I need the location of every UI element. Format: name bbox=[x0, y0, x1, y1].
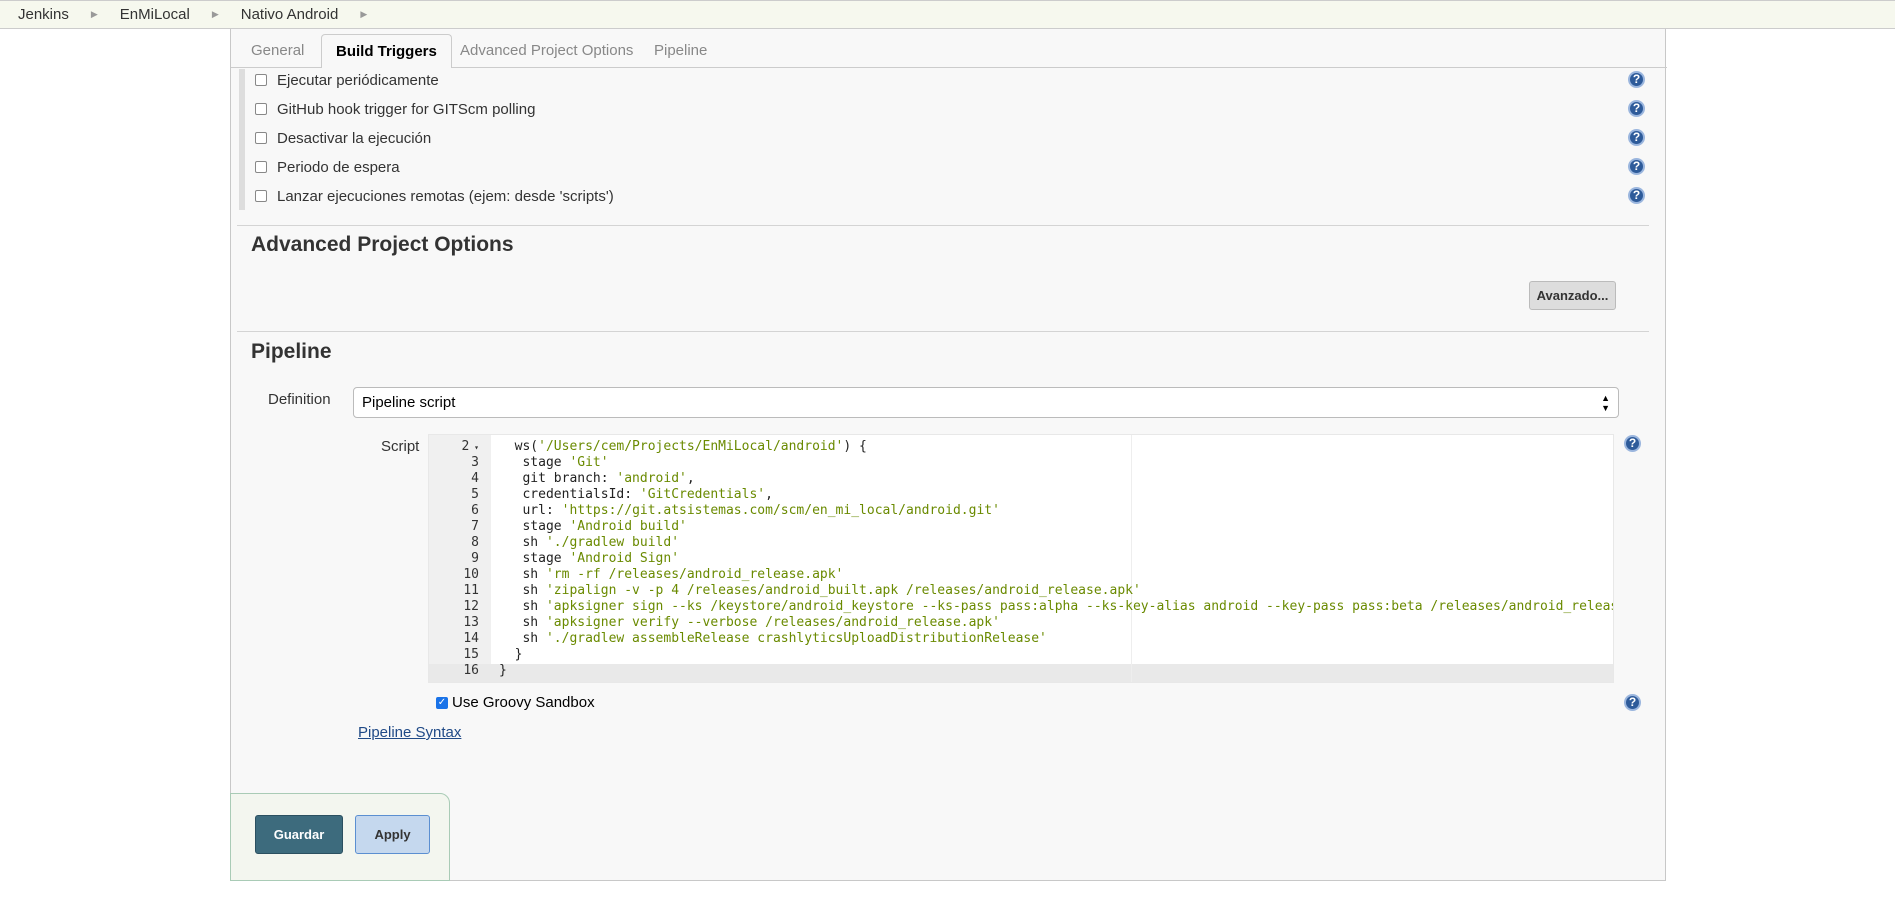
trigger-checkbox[interactable] bbox=[255, 132, 267, 144]
line-number: 12 bbox=[463, 599, 479, 614]
trigger-label: Ejecutar periódicamente bbox=[277, 71, 439, 89]
line-number: 4 bbox=[471, 471, 479, 486]
select-arrows-icon: ▲ ▼ bbox=[1601, 393, 1610, 413]
tab-pipeline[interactable]: Pipeline bbox=[640, 34, 721, 68]
line-number: 3 bbox=[471, 455, 479, 470]
tab-general[interactable]: General bbox=[237, 34, 318, 68]
help-icon[interactable]: ? bbox=[1628, 187, 1645, 204]
guardar-button[interactable]: Guardar bbox=[255, 815, 343, 854]
tab-build-triggers[interactable]: Build Triggers bbox=[321, 34, 452, 68]
fold-arrow-icon[interactable]: ▾ bbox=[469, 443, 479, 452]
code-line: sh 'rm -rf /releases/android_release.apk… bbox=[499, 567, 844, 582]
help-icon[interactable]: ? bbox=[1628, 71, 1645, 88]
code-line: sh 'zipalign -v -p 4 /releases/android_b… bbox=[499, 583, 1141, 598]
trigger-option[interactable]: Periodo de espera bbox=[255, 157, 400, 177]
trigger-option[interactable]: Desactivar la ejecución bbox=[255, 128, 431, 148]
code-line: sh './gradlew assembleRelease crashlytic… bbox=[499, 631, 1047, 646]
trigger-label: GitHub hook trigger for GITScm polling bbox=[277, 100, 536, 118]
print-margin bbox=[1131, 435, 1132, 682]
script-label: Script bbox=[381, 438, 420, 455]
help-icon[interactable]: ? bbox=[1624, 435, 1641, 452]
trigger-label: Periodo de espera bbox=[277, 158, 400, 176]
section-indicator bbox=[239, 69, 245, 210]
breadcrumb-jenkins[interactable]: Jenkins bbox=[18, 6, 69, 23]
line-number: 6 bbox=[471, 503, 479, 518]
code-line: ws('/Users/cem/Projects/EnMiLocal/androi… bbox=[499, 439, 867, 454]
pipeline-syntax-link[interactable]: Pipeline Syntax bbox=[358, 724, 461, 741]
chevron-right-icon[interactable]: ▶ bbox=[212, 9, 219, 20]
line-number: 2 ▾ bbox=[461, 439, 479, 454]
code-line: sh 'apksigner sign --ks /keystore/androi… bbox=[499, 599, 1614, 614]
line-number: 16 bbox=[463, 663, 479, 678]
config-panel: General Build Triggers Advanced Project … bbox=[230, 29, 1667, 881]
divider bbox=[237, 331, 1649, 332]
line-number: 14 bbox=[463, 631, 479, 646]
trigger-checkbox[interactable] bbox=[255, 161, 267, 173]
line-number: 11 bbox=[463, 583, 479, 598]
code-line: stage 'Android build' bbox=[499, 519, 687, 534]
line-number: 8 bbox=[471, 535, 479, 550]
groovy-sandbox-label: Use Groovy Sandbox bbox=[452, 694, 595, 711]
line-number: 15 bbox=[463, 647, 479, 662]
definition-label: Definition bbox=[268, 391, 331, 408]
line-number: 13 bbox=[463, 615, 479, 630]
code-line: sh 'apksigner verify --verbose /releases… bbox=[499, 615, 1000, 630]
groovy-sandbox-checkbox[interactable]: ✓ bbox=[436, 696, 448, 709]
code-line: stage 'Git' bbox=[499, 455, 609, 470]
avanzado-button[interactable]: Avanzado... bbox=[1529, 281, 1616, 310]
trigger-option[interactable]: Ejecutar periódicamente bbox=[255, 70, 439, 90]
pipeline-section-title: Pipeline bbox=[251, 340, 332, 363]
breadcrumb-enmilocal[interactable]: EnMiLocal bbox=[120, 6, 190, 23]
trigger-label: Lanzar ejecuciones remotas (ejem: desde … bbox=[277, 187, 614, 205]
code-line: credentialsId: 'GitCredentials', bbox=[499, 487, 773, 502]
divider bbox=[237, 225, 1649, 226]
tab-advanced-project-options[interactable]: Advanced Project Options bbox=[446, 34, 647, 68]
code-line: url: 'https://git.atsistemas.com/scm/en_… bbox=[499, 503, 1000, 518]
groovy-sandbox-option[interactable]: ✓ Use Groovy Sandbox bbox=[436, 694, 595, 711]
breadcrumb-nativo-android[interactable]: Nativo Android bbox=[241, 6, 339, 23]
line-number: 9 bbox=[471, 551, 479, 566]
trigger-option[interactable]: Lanzar ejecuciones remotas (ejem: desde … bbox=[255, 186, 614, 206]
code-line: sh './gradlew build' bbox=[499, 535, 680, 550]
script-editor[interactable]: 2 ▾ ws('/Users/cem/Projects/EnMiLocal/an… bbox=[428, 434, 1614, 683]
code-line: } bbox=[499, 663, 507, 678]
trigger-option[interactable]: GitHub hook trigger for GITScm polling bbox=[255, 99, 535, 119]
line-number: 10 bbox=[463, 567, 479, 582]
help-icon[interactable]: ? bbox=[1624, 694, 1641, 711]
definition-value: Pipeline script bbox=[362, 394, 456, 411]
chevron-right-icon[interactable]: ▶ bbox=[91, 9, 98, 20]
code-line: git branch: 'android', bbox=[499, 471, 695, 486]
trigger-checkbox[interactable] bbox=[255, 190, 267, 202]
line-number: 5 bbox=[471, 487, 479, 502]
active-line bbox=[429, 664, 1613, 682]
code-line: stage 'Android Sign' bbox=[499, 551, 680, 566]
chevron-right-icon[interactable]: ▶ bbox=[360, 9, 367, 20]
advanced-section-title: Advanced Project Options bbox=[251, 233, 514, 256]
apply-button[interactable]: Apply bbox=[355, 815, 430, 854]
trigger-checkbox[interactable] bbox=[255, 103, 267, 115]
code-line: } bbox=[499, 647, 523, 662]
bottom-button-bar: Guardar Apply bbox=[230, 793, 450, 881]
line-number: 7 bbox=[471, 519, 479, 534]
help-icon[interactable]: ? bbox=[1628, 100, 1645, 117]
definition-select[interactable]: Pipeline script ▲ ▼ bbox=[353, 387, 1619, 418]
breadcrumb: Jenkins ▶ EnMiLocal ▶ Nativo Android ▶ bbox=[0, 0, 1895, 29]
trigger-checkbox[interactable] bbox=[255, 74, 267, 86]
help-icon[interactable]: ? bbox=[1628, 158, 1645, 175]
help-icon[interactable]: ? bbox=[1628, 129, 1645, 146]
trigger-label: Desactivar la ejecución bbox=[277, 129, 432, 147]
